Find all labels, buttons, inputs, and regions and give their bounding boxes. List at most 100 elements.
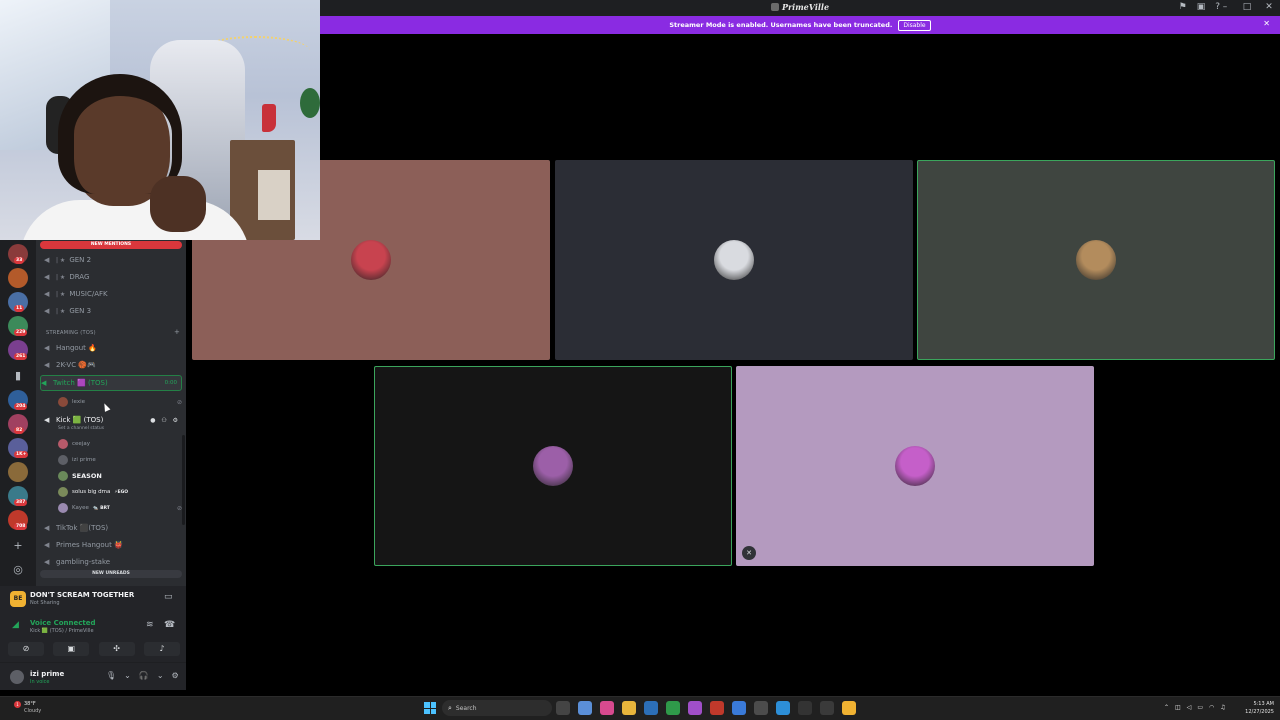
- edge-icon[interactable]: [776, 701, 790, 715]
- discover-icon[interactable]: ◎: [10, 562, 26, 578]
- sidebar-scrollbar[interactable]: [182, 435, 185, 525]
- user-tag: ⚡EGO: [114, 489, 129, 495]
- app-icon[interactable]: [754, 701, 768, 715]
- star-icon: | ★: [56, 273, 66, 281]
- weather-desc: Cloudy: [24, 708, 42, 714]
- voice-user[interactable]: izi prime: [58, 453, 182, 467]
- disable-streamer-mode-button[interactable]: Disable: [898, 19, 931, 31]
- maximize-icon[interactable]: □: [1240, 1, 1254, 14]
- voice-user[interactable]: Kayee 🐀 BRT ⊘: [58, 501, 182, 515]
- volume-icon[interactable]: ♫: [1220, 704, 1225, 711]
- user-status: In voice: [30, 679, 50, 685]
- voice-channel[interactable]: ◀ Primes Hangout 👹: [44, 538, 184, 552]
- steam-icon[interactable]: [798, 701, 812, 715]
- star-icon: | ★: [56, 290, 66, 298]
- search-icon: ⌕: [448, 703, 452, 712]
- minimize-icon[interactable]: –: [1218, 1, 1232, 14]
- voice-user[interactable]: SEASON: [58, 469, 182, 483]
- camera-off-icon[interactable]: ⊘: [8, 642, 44, 656]
- voice-channel-2kvc[interactable]: ◀ 2K-VC 🏀🎮: [44, 358, 184, 372]
- flag-icon[interactable]: ⚑: [1179, 1, 1187, 14]
- voice-channel[interactable]: ◀ | ★ GEN 3: [44, 304, 184, 318]
- voice-channel[interactable]: ◀ | ★ MUSIC/AFK: [44, 287, 184, 301]
- soundboard-icon[interactable]: ♪: [143, 642, 180, 656]
- voice-user[interactable]: solus big dma ⚡EGO: [58, 485, 182, 499]
- sound-icon[interactable]: ◁: [1187, 704, 1192, 711]
- noise-suppression-icon[interactable]: ≋: [146, 620, 154, 630]
- voice-channel[interactable]: ◀ | ★ DRAG: [44, 270, 184, 284]
- headphones-icon[interactable]: 🎧: [139, 671, 149, 680]
- share-screen-icon[interactable]: ▣: [53, 642, 90, 656]
- taskbar-clock[interactable]: 5:13 AM 12/27/2025: [1234, 700, 1274, 716]
- voice-user[interactable]: ceejay: [58, 437, 182, 451]
- server-icon[interactable]: [8, 462, 28, 482]
- app-icon[interactable]: [600, 701, 614, 715]
- game-icon[interactable]: [842, 701, 856, 715]
- streamer-mode-banner: Streamer Mode is enabled. Usernames have…: [320, 16, 1280, 34]
- app-icon[interactable]: [688, 701, 702, 715]
- folder-icon[interactable]: ▮: [10, 368, 26, 384]
- channel-name: gambling-stake: [56, 558, 111, 566]
- wifi-icon[interactable]: ◠: [1209, 704, 1214, 711]
- chevron-down-icon[interactable]: ⌄: [124, 671, 131, 680]
- channel-name: Primes Hangout 👹: [56, 541, 123, 549]
- category-header[interactable]: STREAMING (TOS): [46, 330, 96, 336]
- video-tile[interactable]: [917, 160, 1275, 360]
- app-icon[interactable]: [644, 701, 658, 715]
- voice-channel-path[interactable]: Kick 🟩 (TOS) / PrimeVille: [30, 628, 94, 634]
- tray-chevron-icon[interactable]: ⌃: [1164, 704, 1169, 711]
- voice-channel[interactable]: ◀ | ★ GEN 2: [44, 253, 184, 267]
- server-icon[interactable]: [8, 268, 28, 288]
- channel-tools-icons[interactable]: ● ⚇ ⚙: [150, 417, 180, 424]
- screen: PrimeVille ⚑ ▣ ? – □ ✕ Streamer Mode is …: [0, 0, 1280, 720]
- add-channel-icon[interactable]: +: [174, 328, 180, 336]
- voice-user[interactable]: lexie ⊘: [58, 395, 182, 409]
- disconnect-icon[interactable]: ☎: [164, 620, 175, 630]
- chevron-down-icon[interactable]: ⌄: [157, 671, 164, 680]
- speaker-icon: ◀: [44, 524, 50, 532]
- voice-status[interactable]: Voice Connected: [30, 619, 96, 627]
- share-activity-icon[interactable]: ▭: [164, 592, 173, 602]
- video-tile[interactable]: [374, 366, 732, 566]
- participant-avatar: [533, 446, 573, 486]
- microphone-icon[interactable]: 🎙: [106, 671, 116, 680]
- windows-start-icon[interactable]: [424, 702, 436, 714]
- add-server-icon[interactable]: +: [10, 538, 26, 554]
- app-icon[interactable]: [578, 701, 592, 715]
- video-tile[interactable]: [555, 160, 913, 360]
- battery-icon[interactable]: ▭: [1197, 704, 1203, 711]
- webcam-person-hand: [150, 176, 206, 232]
- voice-channel[interactable]: ◀ TikTok ⬛(TOS): [44, 521, 184, 535]
- voice-channel[interactable]: ◀ gambling-stake: [44, 555, 184, 569]
- network-icon[interactable]: ◫: [1175, 704, 1181, 711]
- task-view-icon[interactable]: [556, 701, 570, 715]
- chrome-icon[interactable]: [622, 701, 636, 715]
- banner-close-icon[interactable]: ✕: [1263, 19, 1270, 28]
- activities-icon[interactable]: ✣: [98, 642, 135, 656]
- new-unreads-pill[interactable]: NEW UNREADS: [40, 570, 182, 578]
- video-tile[interactable]: ✕: [736, 366, 1094, 566]
- app-icon[interactable]: [732, 701, 746, 715]
- voice-channel-twitch[interactable]: ◀ Twitch 🟪 (TOS) 0:00: [40, 375, 182, 391]
- deafened-icon: ⊘: [176, 398, 182, 406]
- speaker-icon: ◀: [44, 541, 50, 549]
- avatar[interactable]: [10, 670, 24, 684]
- channel-name: 2K-VC 🏀🎮: [56, 361, 96, 369]
- taskbar-search[interactable]: ⌕ Search: [442, 700, 552, 716]
- user-controls: 🎙 ⌄ 🎧 ⌄ ⚙: [106, 671, 179, 680]
- app-icon[interactable]: [710, 701, 724, 715]
- app-icon[interactable]: [666, 701, 680, 715]
- voice-channel-kick[interactable]: ◀ Kick 🟩 (TOS) ● ⚇ ⚙: [44, 413, 184, 427]
- settings-icon[interactable]: ⚙: [172, 671, 179, 680]
- user-name[interactable]: izi prime: [30, 670, 64, 678]
- speaker-icon: ◀: [44, 361, 50, 369]
- close-icon[interactable]: ✕: [1262, 1, 1276, 14]
- voice-channel-hangout[interactable]: ◀ Hangout 🔥: [44, 341, 184, 355]
- screen-share-icon[interactable]: ▣: [1197, 1, 1206, 14]
- terminal-icon[interactable]: [820, 701, 834, 715]
- speaker-icon: ◀: [44, 416, 50, 424]
- channel-status[interactable]: Set a channel status: [58, 426, 104, 431]
- new-mentions-pill[interactable]: NEW MENTIONS: [40, 241, 182, 249]
- avatar: [58, 487, 68, 497]
- user-panel: izi prime In voice 🎙 ⌄ 🎧 ⌄ ⚙: [0, 662, 186, 690]
